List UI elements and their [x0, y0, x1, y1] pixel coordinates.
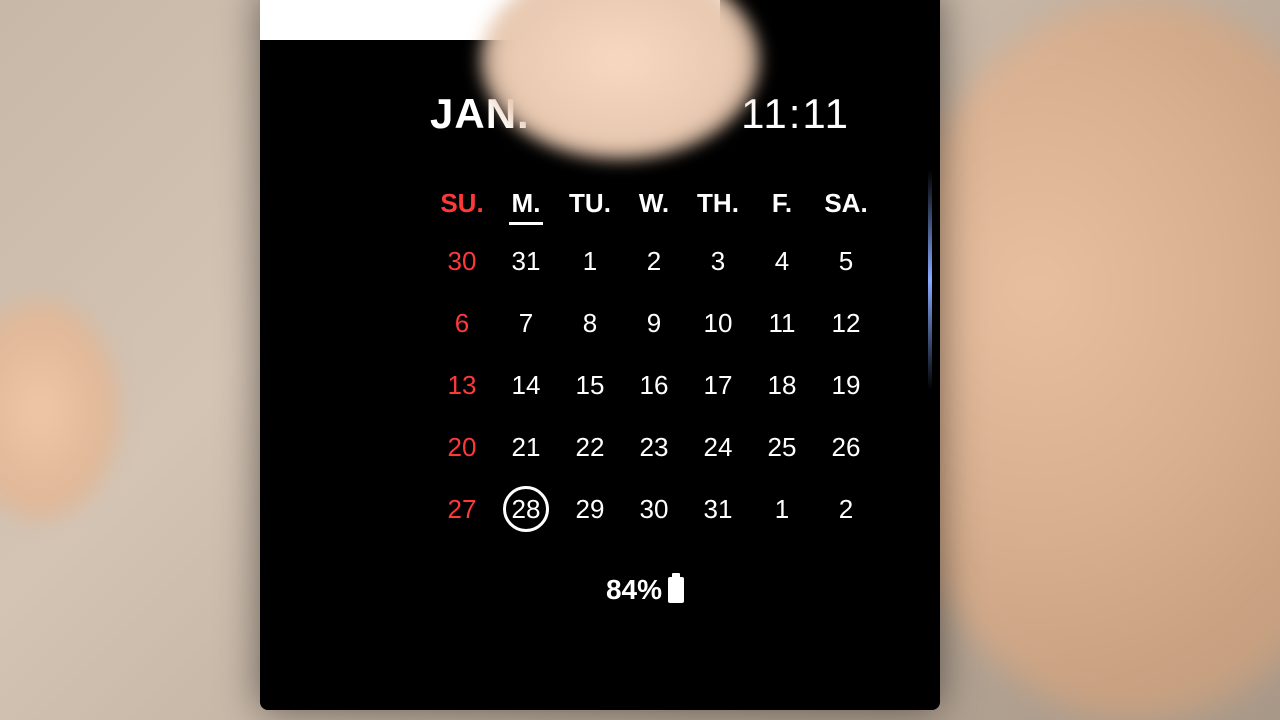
calendar-day: 29 — [558, 489, 622, 529]
calendar-day: 8 — [558, 303, 622, 343]
calendar-day: 15 — [558, 365, 622, 405]
calendar-day: 9 — [622, 303, 686, 343]
calendar-day: 20 — [430, 427, 494, 467]
calendar-day: 10 — [686, 303, 750, 343]
today-ring-icon — [503, 486, 549, 532]
battery-status: 84% — [410, 574, 880, 606]
calendar-day: 21 — [494, 427, 558, 467]
weekday-header: F. — [750, 188, 814, 219]
calendar-day: 7 — [494, 303, 558, 343]
calendar-day: 3 — [686, 241, 750, 281]
calendar-day: 26 — [814, 427, 878, 467]
calendar-day: 13 — [430, 365, 494, 405]
calendar-day: 31 — [494, 241, 558, 281]
calendar-day: 30 — [622, 489, 686, 529]
calendar-day-today: 28 — [494, 489, 558, 529]
calendar-day: 30 — [430, 241, 494, 281]
calendar-day: 18 — [750, 365, 814, 405]
weekday-header: TH. — [686, 188, 750, 219]
calendar-day: 16 — [622, 365, 686, 405]
calendar-day: 11 — [750, 303, 814, 343]
calendar-day: 24 — [686, 427, 750, 467]
weekday-header: TU. — [558, 188, 622, 219]
calendar-day: 1 — [750, 489, 814, 529]
calendar-day: 27 — [430, 489, 494, 529]
calendar-day: 22 — [558, 427, 622, 467]
weekday-header: W. — [622, 188, 686, 219]
calendar-day: 23 — [622, 427, 686, 467]
calendar-day: 2 — [622, 241, 686, 281]
calendar-day: 5 — [814, 241, 878, 281]
calendar-day: 12 — [814, 303, 878, 343]
weekday-header: M. — [494, 188, 558, 219]
calendar-grid: SU.M.TU.W.TH.F.SA.3031123456789101112131… — [430, 188, 880, 529]
edge-screen-glow — [928, 170, 932, 390]
calendar-day: 17 — [686, 365, 750, 405]
clock-time: 11:11 — [741, 90, 850, 138]
always-on-display: JAN. 11:11 SU.M.TU.W.TH.F.SA.30311234567… — [430, 90, 880, 606]
calendar-day: 14 — [494, 365, 558, 405]
calendar-day: 2 — [814, 489, 878, 529]
weekday-header: SU. — [430, 188, 494, 219]
calendar-day: 1 — [558, 241, 622, 281]
calendar-day: 19 — [814, 365, 878, 405]
calendar-day: 31 — [686, 489, 750, 529]
battery-icon — [668, 577, 684, 603]
calendar-day: 4 — [750, 241, 814, 281]
weekday-header: SA. — [814, 188, 878, 219]
calendar-day: 25 — [750, 427, 814, 467]
battery-percent: 84% — [606, 574, 662, 606]
calendar-day: 6 — [430, 303, 494, 343]
